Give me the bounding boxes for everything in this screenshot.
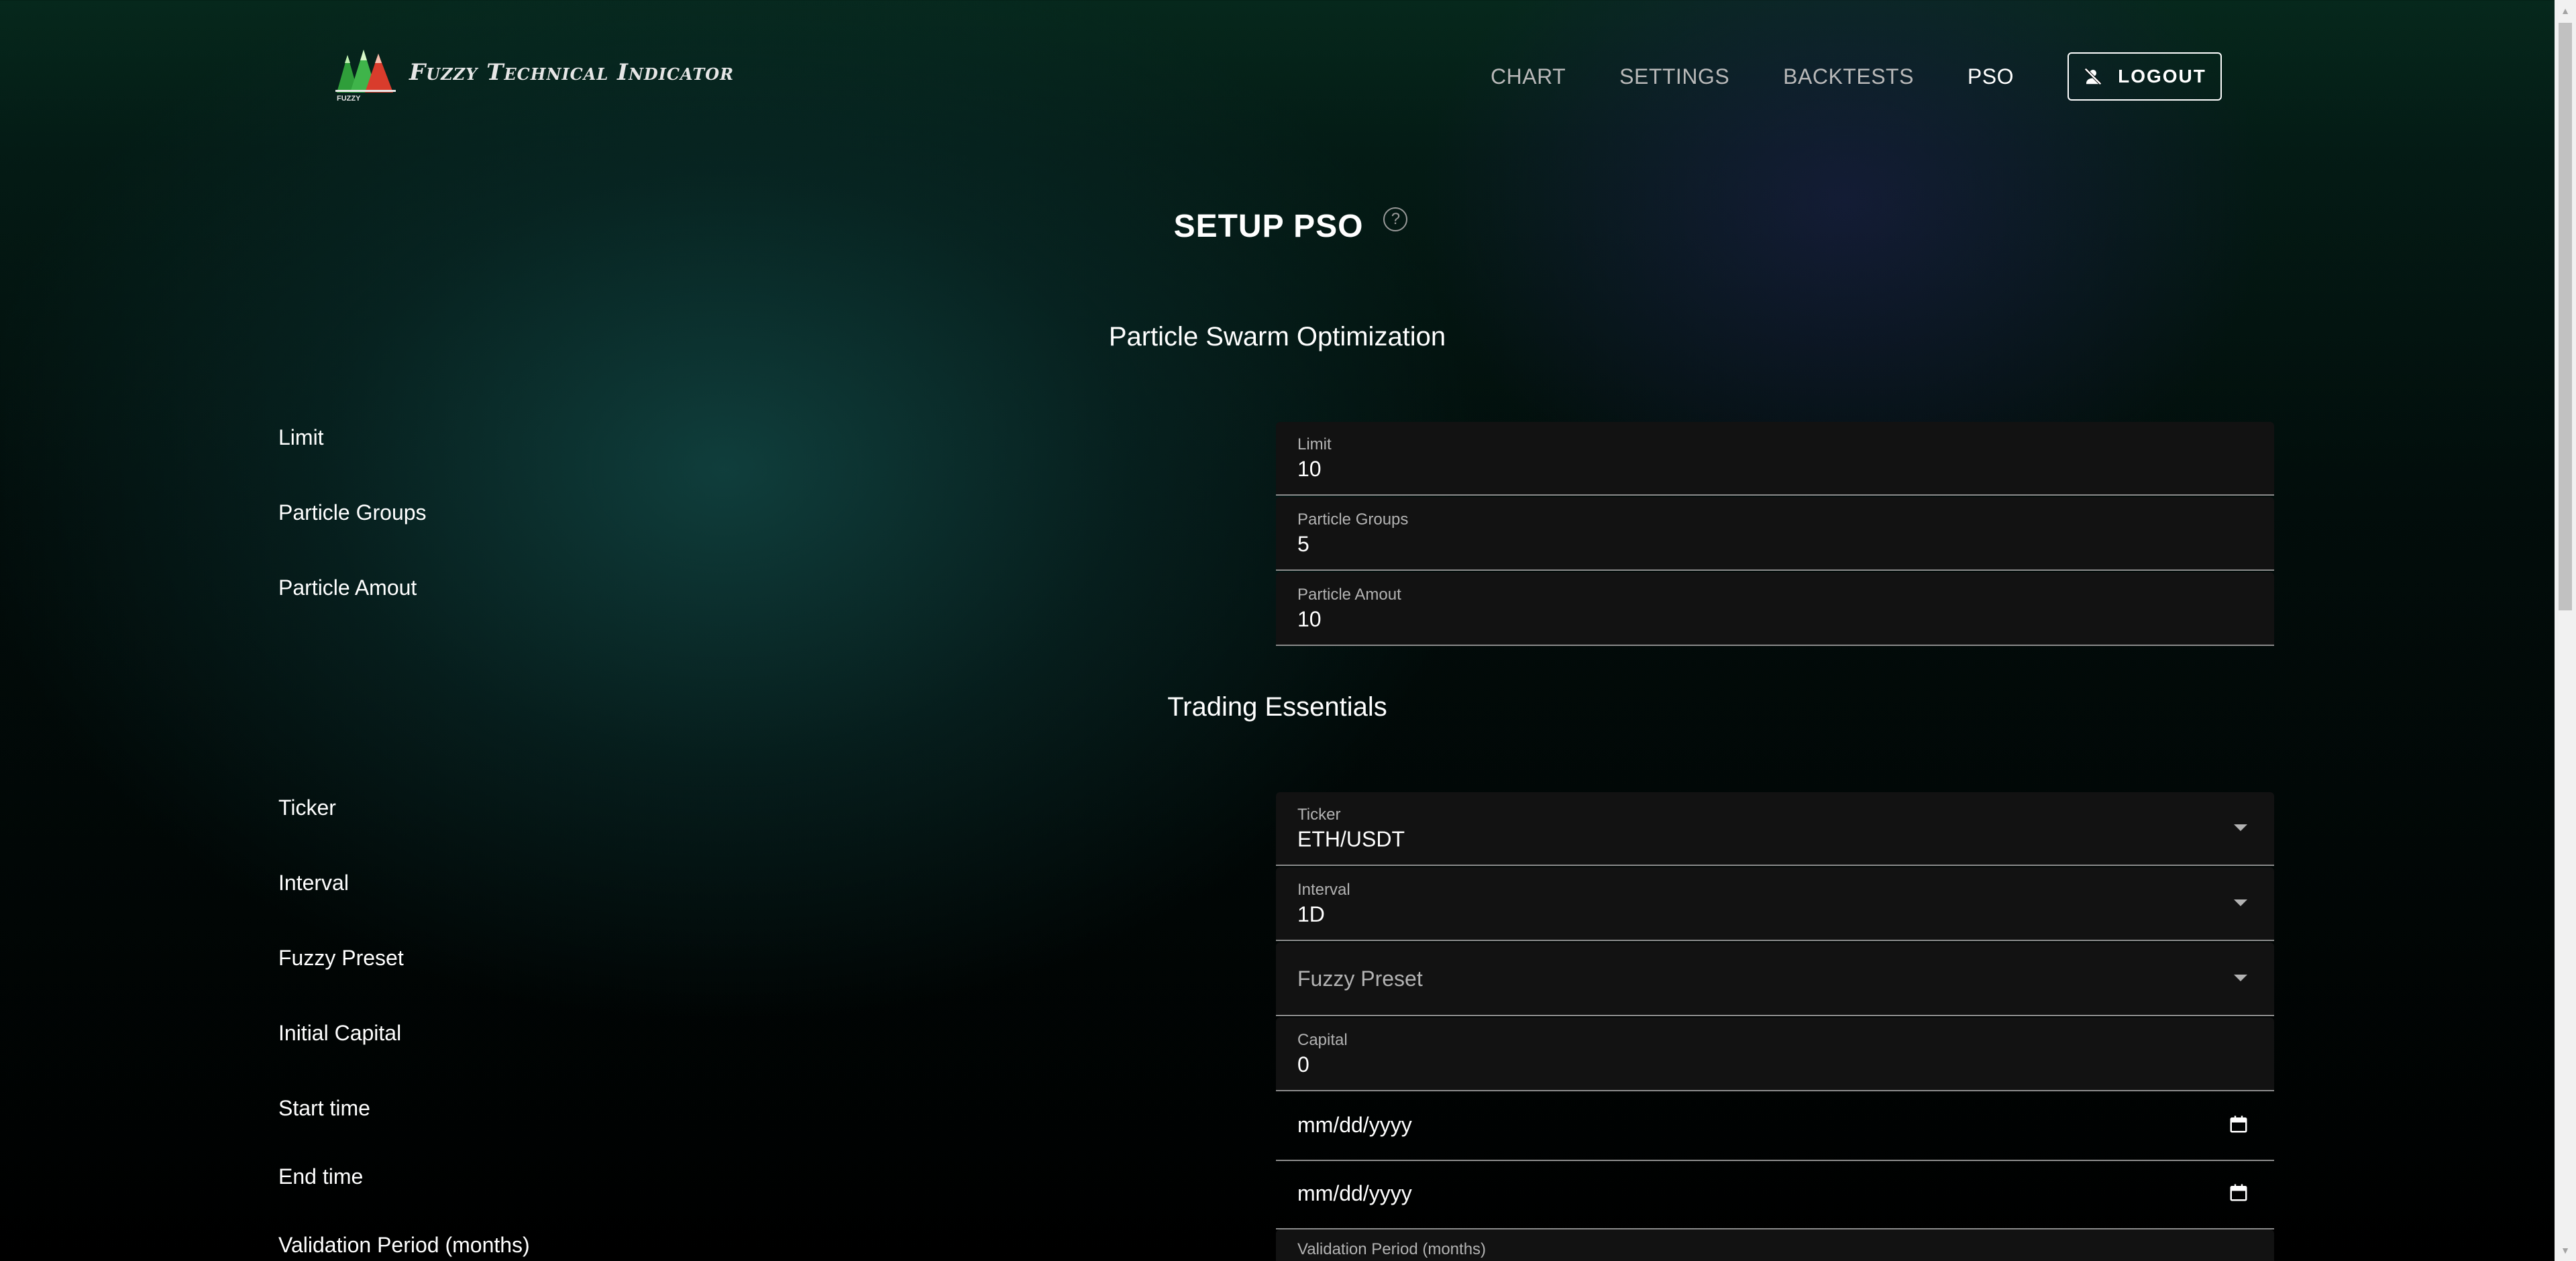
label-interval: Interval [278,871,349,895]
vertical-scrollbar[interactable]: ▲ ▼ [2555,0,2576,1261]
capital-field-label: Capital [1297,1031,1348,1049]
label-initial-capital: Initial Capital [278,1021,402,1045]
end-time-value: mm/dd/yyyy [1297,1181,1412,1205]
particle-groups-field-label: Particle Groups [1297,510,1409,529]
ticker-select[interactable]: Ticker ETH/USDT [1276,792,2274,866]
label-ticker: Ticker [278,796,336,820]
chevron-down-icon [2234,975,2247,981]
start-time-input[interactable]: mm/dd/yyyy [1276,1093,2274,1161]
logout-button[interactable]: LOGOUT [2068,52,2222,101]
label-start-time: Start time [278,1096,370,1120]
calendar-icon[interactable] [2229,1114,2249,1138]
title-row: SETUP PSO ? [0,207,2555,245]
page: FUZZY Fuzzy Technical Indicator CHART SE… [0,0,2555,1261]
limit-field-label: Limit [1297,435,1332,453]
logout-label: LOGOUT [2118,66,2206,87]
particle-amount-field-label: Particle Amout [1297,586,1401,604]
fuzzy-preset-placeholder: Fuzzy Preset [1297,967,1423,991]
section-title-trading: Trading Essentials [1167,692,1387,722]
fuzzy-preset-select[interactable]: Fuzzy Preset [1276,942,2274,1016]
label-particle-amount: Particle Amout [278,575,417,600]
scrollbar-thumb[interactable] [2559,23,2572,610]
ticker-value: ETH/USDT [1297,827,1405,851]
person-off-icon [2083,66,2103,87]
validation-period-field[interactable]: Validation Period (months) [1276,1229,2274,1261]
label-limit: Limit [278,425,324,449]
section-title-pso: Particle Swarm Optimization [1108,322,1446,351]
label-end-time: End time [278,1164,364,1189]
scroll-up-icon[interactable]: ▲ [2555,0,2576,21]
help-icon[interactable]: ? [1383,207,1408,231]
particle-groups-field[interactable]: Particle Groups 5 [1276,497,2274,571]
label-fuzzy-preset: Fuzzy Preset [278,946,404,970]
interval-value: 1D [1297,902,1325,926]
particle-amount-field[interactable]: Particle Amout 10 [1276,572,2274,646]
main-nav: CHART SETTINGS BACKTESTS PSO LOGOUT [1437,52,2222,101]
logo-text: Fuzzy Technical Indicator [409,59,735,86]
ticker-field-label: Ticker [1297,806,1341,824]
interval-field-label: Interval [1297,881,1350,899]
logo-mountains-icon: FUZZY [335,50,396,102]
label-validation-period: Validation Period (months) [278,1233,530,1257]
header: FUZZY Fuzzy Technical Indicator CHART SE… [0,0,2555,148]
svg-text:FUZZY: FUZZY [337,95,361,102]
limit-field[interactable]: Limit 10 [1276,422,2274,496]
capital-field[interactable]: Capital 0 [1276,1018,2274,1091]
chevron-down-icon [2234,824,2247,831]
nav-settings[interactable]: SETTINGS [1619,64,1729,89]
end-time-input[interactable]: mm/dd/yyyy [1276,1161,2274,1229]
nav-chart[interactable]: CHART [1491,64,1566,89]
particle-amount-input[interactable]: 10 [1297,607,2169,632]
scroll-down-icon[interactable]: ▼ [2555,1240,2576,1261]
logo[interactable]: FUZZY Fuzzy Technical Indicator [335,47,734,103]
validation-period-field-label: Validation Period (months) [1297,1240,1487,1258]
particle-groups-input[interactable]: 5 [1297,532,2169,557]
calendar-icon[interactable] [2229,1183,2249,1206]
start-time-value: mm/dd/yyyy [1297,1113,1412,1137]
nav-pso[interactable]: PSO [1968,64,2014,89]
label-particle-groups: Particle Groups [278,500,427,525]
limit-input[interactable]: 10 [1297,457,2169,482]
interval-select[interactable]: Interval 1D [1276,867,2274,941]
page-title: SETUP PSO [1173,209,1364,244]
nav-backtests[interactable]: BACKTESTS [1783,64,1914,89]
capital-input[interactable]: 0 [1297,1052,2169,1077]
chevron-down-icon [2234,899,2247,906]
